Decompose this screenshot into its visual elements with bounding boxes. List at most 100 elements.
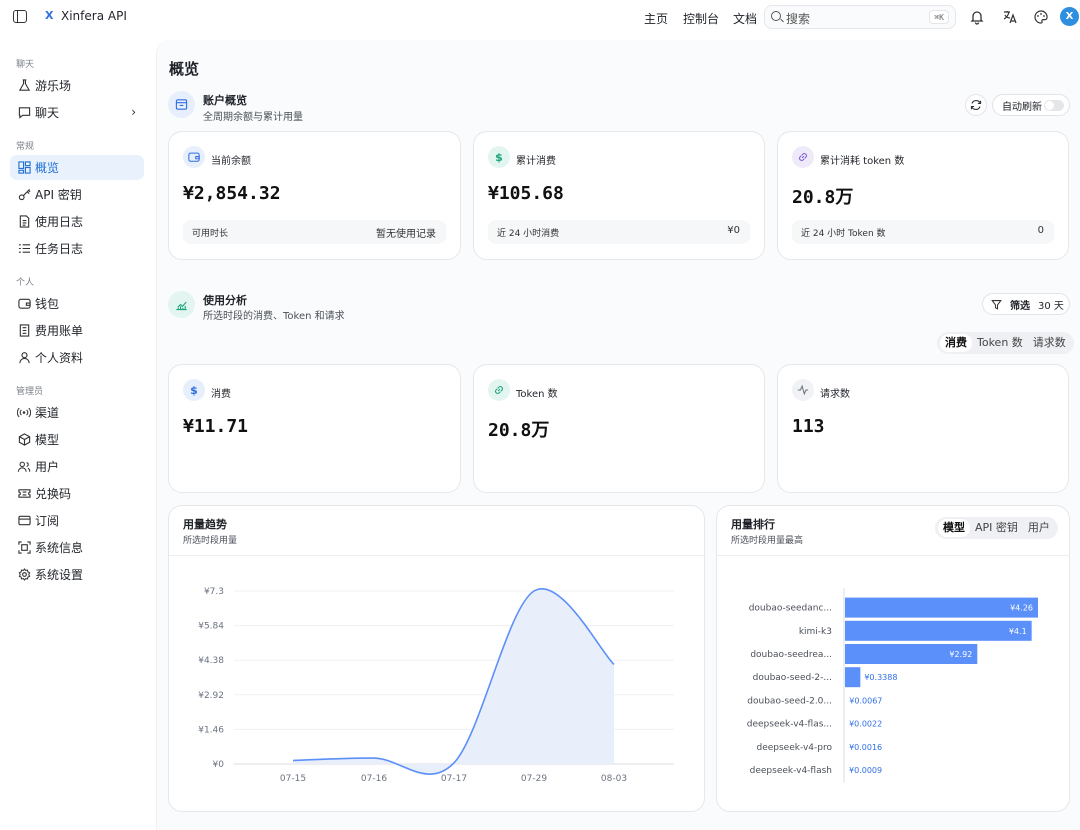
- sidebar-toggle-icon[interactable]: [13, 10, 27, 23]
- balance-label: 当前余额: [211, 156, 251, 167]
- y-tick-label: ¥2.92: [198, 691, 224, 701]
- bar-value-label: ¥0.3388: [864, 673, 897, 682]
- page-title: 概览: [169, 60, 200, 78]
- brand-logo[interactable]: X: [45, 9, 53, 22]
- palette-icon[interactable]: [1032, 8, 1050, 26]
- avatar[interactable]: X: [1060, 7, 1079, 26]
- period-requests-label: 请求数: [820, 389, 850, 400]
- bar-category-label: doubao-seed-2-...: [753, 673, 832, 683]
- card-icon: [16, 514, 32, 527]
- dollar-icon: $: [488, 146, 510, 168]
- tab-by-model[interactable]: 模型: [938, 519, 970, 537]
- balance-footer-label: 可用时长: [192, 229, 229, 239]
- sysinfo-icon: [16, 541, 32, 554]
- bell-icon[interactable]: [968, 8, 986, 26]
- sidebar-item-profile[interactable]: 个人资料: [10, 345, 144, 370]
- sidebar-item-api-keys[interactable]: API 密钥: [10, 182, 144, 207]
- link-icon: [488, 379, 510, 401]
- bar-category-label: kimi-k3: [799, 627, 832, 637]
- total-spend-footer-value: ¥0: [727, 225, 740, 236]
- tab-requests[interactable]: 请求数: [1028, 334, 1071, 352]
- sidebar-item-models[interactable]: 模型: [10, 427, 144, 452]
- search-icon: [771, 11, 781, 21]
- ranking-tabs: 模型 API 密钥 用户: [935, 517, 1058, 539]
- log-icon: [16, 215, 32, 228]
- nav-console-link[interactable]: 控制台: [683, 10, 719, 27]
- sidebar-item-system-info[interactable]: 系统信息: [10, 535, 144, 560]
- sidebar-item-redeem-codes[interactable]: 兑换码: [10, 481, 144, 506]
- bill-icon: [16, 324, 32, 337]
- tab-spend[interactable]: 消费: [940, 334, 972, 352]
- activity-icon: [792, 379, 814, 401]
- usage-trend-subtitle: 所选时段用量: [183, 536, 238, 546]
- total-tokens-footer-value: 0: [1037, 225, 1044, 236]
- chat-icon: [16, 106, 32, 119]
- sidebar-item-chat[interactable]: 聊天 ›: [10, 100, 144, 125]
- account-section-subtitle: 全周期余额与累计用量: [203, 112, 303, 123]
- analysis-section-icon: [168, 291, 195, 318]
- usage-ranking-title: 用量排行: [731, 518, 775, 531]
- nav-home-link[interactable]: 主页: [644, 10, 668, 27]
- total-tokens-card: 累计消耗 token 数 20.8万 近 24 小时 Token 数 0: [777, 131, 1069, 260]
- auto-refresh-toggle[interactable]: 自动刷新: [992, 94, 1070, 116]
- sidebar-item-playground[interactable]: 游乐场: [10, 73, 144, 98]
- sidebar-item-subscriptions[interactable]: 订阅: [10, 508, 144, 533]
- sidebar-group-chat: 聊天: [16, 60, 35, 70]
- total-spend-card: $ 累计消费 ¥105.68 近 24 小时消费 ¥0: [473, 131, 765, 260]
- sidebar-item-label: 费用账单: [35, 324, 84, 338]
- bar-category-label: doubao-seed-2.0...: [747, 696, 832, 706]
- sidebar-item-label: 订阅: [35, 514, 60, 528]
- sidebar-group-general: 常规: [16, 142, 35, 152]
- sidebar-item-usage-logs[interactable]: 使用日志: [10, 209, 144, 234]
- sidebar-item-label: 聊天: [35, 106, 60, 120]
- filter-button[interactable]: 筛选 30 天: [982, 293, 1070, 315]
- usage-trend-card: 用量趋势 所选时段用量 ¥0 ¥1.46 ¥2.92 ¥4.38 ¥5.84 ¥7.3 07…: [168, 505, 705, 812]
- sidebar-item-users[interactable]: 用户: [10, 454, 144, 479]
- y-tick-label: ¥4.38: [198, 656, 224, 666]
- tab-by-api-key[interactable]: API 密钥: [970, 519, 1023, 537]
- usage-ranking-subtitle: 所选时段用量最高: [731, 536, 804, 546]
- bar-category-label: deepseek-v4-pro: [756, 743, 832, 753]
- bar-value-label: ¥0.0022: [849, 720, 882, 729]
- bar-value-label: ¥0.0009: [849, 766, 882, 775]
- auto-refresh-label: 自动刷新: [1002, 101, 1042, 113]
- nav-docs-link[interactable]: 文档: [733, 10, 757, 27]
- period-spend-label: 消费: [211, 389, 231, 400]
- tasklist-icon: [16, 242, 32, 255]
- bar-category-label: deepseek-v4-flash: [750, 766, 832, 776]
- sidebar-item-channels[interactable]: 渠道: [10, 400, 144, 425]
- tab-by-user[interactable]: 用户: [1023, 519, 1055, 537]
- period-tokens-value: 20.8万: [488, 420, 550, 441]
- period-requests-card: 请求数 113: [777, 364, 1069, 493]
- y-tick-label: ¥1.46: [198, 725, 224, 735]
- period-tokens-card: Token 数 20.8万: [473, 364, 765, 493]
- sidebar-item-system-settings[interactable]: 系统设置: [10, 562, 144, 587]
- total-tokens-label: 累计消耗 token 数: [820, 156, 905, 167]
- bar-value-label: ¥4.26: [1010, 604, 1033, 613]
- brand-name[interactable]: Xinfera API: [61, 9, 127, 23]
- settings-icon: [16, 568, 32, 581]
- sidebar-item-task-logs[interactable]: 任务日志: [10, 236, 144, 261]
- bar-value-label: ¥0.0016: [849, 743, 882, 752]
- sidebar: 聊天 游乐场 聊天 › 常规 概览 API 密钥 使用日志 任务日志 个人 钱包…: [0, 40, 156, 830]
- sidebar-item-overview[interactable]: 概览: [10, 155, 144, 180]
- tab-tokens[interactable]: Token 数: [972, 334, 1028, 352]
- sidebar-item-label: 游乐场: [35, 79, 72, 93]
- auto-refresh-switch[interactable]: [1044, 100, 1064, 111]
- ranking-bar: [845, 620, 1032, 641]
- usage-trend-title: 用量趋势: [183, 518, 227, 531]
- wallet-icon: [16, 297, 32, 310]
- top-bar: X Xinfera API 主页 控制台 文档 搜索 ⌘K X: [0, 0, 1080, 34]
- translate-icon[interactable]: [1001, 8, 1019, 26]
- bar-category-label: deepseek-v4-flas...: [747, 720, 832, 730]
- total-tokens-value: 20.8万: [792, 187, 854, 208]
- x-tick-label: 07-16: [361, 774, 387, 784]
- sidebar-item-billing[interactable]: 费用账单: [10, 318, 144, 343]
- wallet-icon: [183, 146, 205, 168]
- dollar-icon: $: [183, 379, 205, 401]
- sidebar-item-wallet[interactable]: 钱包: [10, 291, 144, 316]
- search-input[interactable]: 搜索 ⌘K: [764, 5, 956, 29]
- flask-icon: [16, 79, 32, 92]
- y-tick-label: ¥0: [213, 760, 225, 770]
- refresh-button[interactable]: [965, 94, 987, 116]
